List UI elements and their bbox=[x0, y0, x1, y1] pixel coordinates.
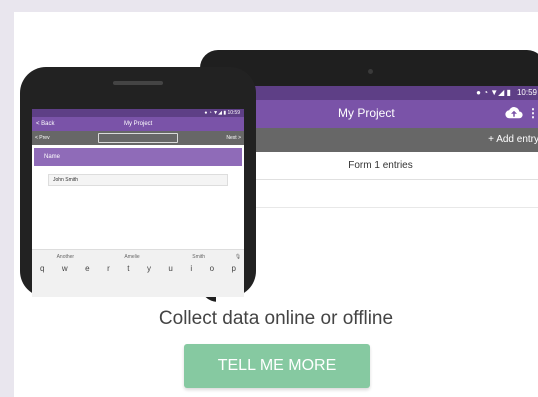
key: q bbox=[40, 264, 45, 273]
add-entry-button: + Add entry bbox=[488, 134, 538, 145]
keyboard-suggestions: Another Amelie Smith 🎙 bbox=[32, 250, 244, 264]
tablet-app-bar: My Project ⋮ bbox=[216, 100, 538, 128]
phone-search-box bbox=[98, 133, 178, 143]
cloud-upload-icon bbox=[505, 107, 523, 119]
key: p bbox=[231, 264, 236, 273]
key: y bbox=[146, 264, 151, 273]
key: w bbox=[61, 264, 68, 273]
phone-prev: < Prev bbox=[35, 135, 50, 141]
key: e bbox=[85, 264, 90, 273]
overflow-menu-icon: ⋮ bbox=[527, 106, 538, 120]
phone-app-bar: < Back My Project bbox=[32, 117, 244, 131]
tablet-toolbar: cts + Add entry bbox=[216, 128, 538, 152]
keyboard-keys: q w e r t y u i o p bbox=[32, 264, 244, 273]
key: o bbox=[209, 264, 215, 273]
phone-title: My Project bbox=[124, 121, 153, 127]
tablet-title: My Project bbox=[338, 106, 395, 120]
phone-field-label: Name bbox=[34, 148, 242, 166]
phone-keyboard: Another Amelie Smith 🎙 q w e r t y u i o… bbox=[32, 249, 244, 297]
phone-status-bar: ● ◔ ▼◢ ▮ 10:59 bbox=[32, 109, 244, 117]
suggestion: Another bbox=[56, 254, 75, 260]
phone-nav-bar: < Prev Next > bbox=[32, 131, 244, 145]
phone-speaker bbox=[113, 81, 163, 85]
entries-heading: Form 1 entries bbox=[216, 152, 538, 180]
tablet-clock: 10:59 bbox=[516, 88, 537, 97]
phone-field-input: John Smith bbox=[48, 174, 228, 186]
suggestion: Smith bbox=[192, 254, 206, 260]
key: r bbox=[107, 264, 110, 273]
phone-clock: 10:59 bbox=[227, 110, 240, 116]
suggestion: Amelie bbox=[124, 254, 140, 260]
tablet-status-bar: ● ◔ ▼◢ ▮ 10:59 bbox=[216, 86, 538, 100]
tablet-camera bbox=[368, 69, 373, 74]
phone-mockup: ● ◔ ▼◢ ▮ 10:59 < Back My Project < Prev … bbox=[20, 67, 256, 297]
key: t bbox=[127, 264, 130, 273]
tell-me-more-button[interactable]: TELL ME MORE bbox=[184, 344, 370, 388]
entry-row: hn bbox=[216, 180, 538, 208]
mic-icon: 🎙 bbox=[234, 254, 242, 260]
key: i bbox=[190, 264, 193, 273]
status-icons: ● ◔ ▼◢ ▮ bbox=[476, 88, 511, 97]
promo-card: ● ◔ ▼◢ ▮ 10:59 My Project ⋮ cts + Add ent… bbox=[14, 12, 538, 397]
promo-caption: Collect data online or offline bbox=[158, 308, 394, 329]
key: u bbox=[168, 264, 173, 273]
phone-screen: ● ◔ ▼◢ ▮ 10:59 < Back My Project < Prev … bbox=[32, 109, 244, 297]
tablet-screen: ● ◔ ▼◢ ▮ 10:59 My Project ⋮ cts + Add ent… bbox=[216, 86, 538, 302]
phone-next: Next > bbox=[226, 135, 241, 141]
phone-back: < Back bbox=[36, 121, 55, 127]
